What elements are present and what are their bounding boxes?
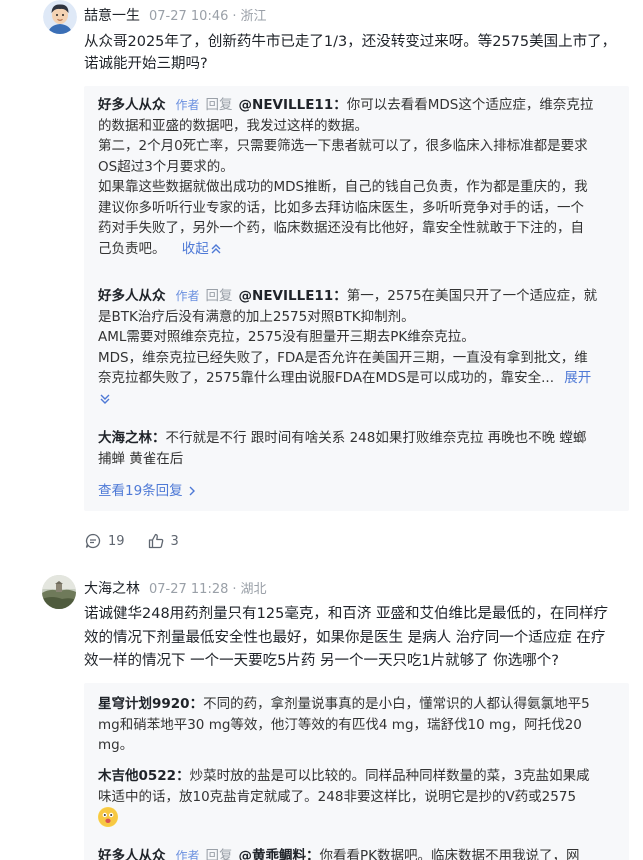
reply-text: 第一，2575在美国只开了一个适应症，就 [346, 288, 598, 304]
replies-box: 好多人从众 作者 回复 @NEVILLE11：你可以去看看MDS这个适应症，维奈克拉 … [84, 86, 629, 511]
reply-line [98, 389, 615, 410]
view-more-replies[interactable]: 查看19条回复 [98, 481, 615, 502]
view-more-label: 查看19条回复 [98, 483, 183, 499]
reply-item: 好多人从众 作者 回复 @NEVILLE11：第一，2575在美国只开了一个适应症，就… [98, 286, 615, 409]
like-count: 3 [170, 533, 179, 549]
reply-line: 捕蝉 黄雀在后 [98, 450, 184, 467]
reply-username[interactable]: 大海之林 [98, 430, 152, 446]
reply-colon: ： [176, 768, 190, 784]
comment-line: 诺诚能开始三期吗? [84, 56, 208, 72]
reply-line: 建议你多听听行业专家的话，比如多去拜访临床医生，多听听竞争对手的话，一个 [98, 199, 584, 216]
emoji-face-icon [98, 807, 118, 827]
username[interactable]: 大海之林 [84, 578, 140, 598]
comment-card: 大海之林 07-27 11:28 · 湖北 诺诚健华248用药剂量只有125毫克… [0, 575, 643, 860]
reply-item: 星穹计划9920：不同的药，拿剂量说事真的是小白，懂常识的人都认得氨氯地平5 m… [98, 694, 615, 756]
reply-line: OS超过3个月要求的。 [98, 158, 234, 175]
reply-link[interactable]: 回复 [206, 288, 233, 304]
reply-item: 好多人从众 作者 回复 @NEVILLE11：你可以去看看MDS这个适应症，维奈克拉 … [98, 95, 615, 259]
reply-line: 大海之林：不行就是不行 跟时间有啥关系 248如果打败维奈克拉 再晚也不晚 螳螂 [98, 428, 615, 449]
comment-actions: 19 3 [84, 532, 201, 550]
reply-line: 药对手失败了，另外一个药，临床数据还没有比他好，靠安全性就敢于下注的，自 [98, 220, 584, 236]
location: 湖北 [240, 582, 267, 597]
surprised-face-emoji-icon [98, 807, 118, 827]
reply-colon: ： [189, 696, 204, 712]
reply-username[interactable]: 木吉他0522 [98, 768, 176, 784]
collapse-toggle[interactable]: 收起 [182, 241, 223, 257]
reply-line: 奈克拉都失败了，2575靠什么理由说服FDA在MDS是可以成功的，靠安全... … [98, 368, 615, 389]
reply-line: 己负责吧。 收起 [98, 239, 615, 260]
reply-line: MDS，维奈克拉已经失败了，FDA是否允许在美国开三期，一直没有拿到批文，维 [98, 349, 588, 366]
avatar-landscape-photo-icon [42, 575, 76, 609]
reply-line [98, 807, 615, 828]
author-badge: 作者 [175, 98, 200, 112]
reply-line: 好多人从众 作者 回复 @NEVILLE11：第一，2575在美国只开了一个适应症，就 [98, 286, 615, 307]
mention[interactable]: @NEVILLE11： [239, 288, 347, 304]
reply-count: 19 [108, 533, 125, 549]
reply-line: mg。 [98, 737, 134, 753]
author-badge: 作者 [175, 289, 200, 303]
author-badge: 作者 [175, 849, 200, 860]
comment-meta: 大海之林 07-27 11:28 · 湖北 [84, 578, 267, 598]
double-chevron-up-icon [211, 243, 221, 253]
reply-text: 炒菜时放的盐是可以比较的。同样品种同样数量的菜，3克盐如果咸 [189, 768, 590, 784]
reply-username[interactable]: 好多人从众 [98, 848, 166, 860]
comment-line: 效的情况下剂量最低安全性也最好，如果你是医生 是病人 治疗同一个适应症 在疗 [84, 629, 606, 646]
timestamp: 07-27 10:46 [149, 9, 229, 24]
reply-text: 奈克拉都失败了，2575靠什么理由说服FDA在MDS是可以成功的，靠安全... [98, 370, 554, 386]
reply-text: 己负责吧。 [98, 240, 166, 257]
reply-username[interactable]: 星穹计划9920 [98, 696, 190, 712]
meta-separator: · [232, 582, 237, 597]
reply-link[interactable]: 回复 [206, 848, 233, 860]
replies-box: 星穹计划9920：不同的药，拿剂量说事真的是小白，懂常识的人都认得氨氯地平5 m… [84, 683, 629, 860]
reply-count-button[interactable]: 19 [84, 532, 125, 550]
mention[interactable]: @黄乖鲷料： [239, 848, 320, 860]
comment-text: 诺诚健华248用药剂量只有125毫克，和百济 亚盛和艾伯维比是最低的，在同样疗 … [84, 603, 629, 674]
reply-line: 味适中的话，放10克盐肯定就咸了。248非要这样比，说明它是抄的V药或2575 [98, 788, 577, 805]
reply-item: 木吉他0522：炒菜时放的盐是可以比较的。同样品种同样数量的菜，3克盐如果咸 味… [98, 766, 615, 828]
location: 浙江 [240, 9, 267, 24]
thumbs-up-icon [148, 533, 163, 549]
reply-line: 星穹计划9920：不同的药，拿剂量说事真的是小白，懂常识的人都认得氨氯地平5 [98, 694, 615, 715]
like-button[interactable]: 3 [147, 532, 179, 550]
reply-text: 你可以去看看MDS这个适应症，维奈克拉 [346, 97, 594, 113]
reply-username[interactable]: 好多人从众 [98, 288, 166, 304]
reply-text: 不行就是不行 跟时间有啥关系 248如果打败维奈克拉 再晚也不晚 螳螂 [165, 430, 587, 446]
double-chevron-down-icon[interactable] [98, 392, 112, 406]
comment-card: 喆意一生 07-27 10:46 · 浙江 从众哥2025年了，创新药牛市已走了… [0, 0, 643, 565]
reply-line: 第二，2个月0死亡率，只需要筛选一下患者就可以了，很多临床入排标准都是要求 [98, 138, 588, 154]
reply-username[interactable]: 好多人从众 [98, 97, 166, 113]
mention[interactable]: @NEVILLE11： [239, 97, 347, 113]
reply-line: 的数据和亚盛的数据吧，我发过这样的数据。 [98, 117, 368, 134]
reply-item: 大海之林：不行就是不行 跟时间有啥关系 248如果打败维奈克拉 再晚也不晚 螳螂… [98, 428, 615, 469]
reply-line: 如果靠这些数据就做出成功的MDS推断，自己的钱自己负责，作为都是重庆的，我 [98, 179, 588, 195]
avatar-cartoon-man-icon [43, 0, 77, 34]
reply-text: 你看看PK数据吧。临床数据不用我说了，网 [319, 848, 580, 860]
reply-item: 好多人从众 作者 回复 @黄乖鲷料：你看看PK数据吧。临床数据不用我说了，网 [98, 846, 615, 860]
reply-link[interactable]: 回复 [206, 97, 233, 113]
timestamp: 07-27 11:28 [149, 582, 229, 597]
reply-line: AML需要对照维奈克拉，2575没有胆量开三期去PK维奈克拉。 [98, 329, 475, 345]
comment-line: 从众哥2025年了，创新药牛市已走了1/3，还没转变过来呀。等2575美国上市了… [84, 34, 617, 50]
reply-line: 是BTK治疗后没有满意的加上2575对照BTK抑制剂。 [98, 308, 415, 325]
comment-line: 诺诚健华248用药剂量只有125毫克，和百济 亚盛和艾伯维比是最低的，在同样疗 [84, 606, 608, 622]
comment-bubble-icon [85, 533, 101, 549]
reply-line: mg和硝苯地平30 mg等效，他汀等效的有匹伐4 mg，瑞舒伐10 mg，阿托伐… [98, 716, 582, 733]
comment-text: 从众哥2025年了，创新药牛市已走了1/3，还没转变过来呀。等2575美国上市了… [84, 31, 629, 75]
reply-line: 好多人从众 作者 回复 @黄乖鲷料：你看看PK数据吧。临床数据不用我说了，网 [98, 846, 615, 860]
expand-toggle[interactable]: 展开 [564, 370, 591, 386]
meta-separator: · [232, 9, 237, 24]
chevron-right-icon [189, 486, 195, 496]
reply-line: 好多人从众 作者 回复 @NEVILLE11：你可以去看看MDS这个适应症，维奈克拉 [98, 95, 615, 116]
comment-meta: 喆意一生 07-27 10:46 · 浙江 [84, 5, 267, 25]
username[interactable]: 喆意一生 [84, 5, 140, 25]
avatar[interactable] [42, 575, 76, 609]
avatar[interactable] [43, 0, 77, 34]
reply-colon: ： [152, 430, 166, 446]
reply-text: 不同的药，拿剂量说事真的是小白，懂常识的人都认得氨氯地平5 [203, 696, 590, 712]
comment-line: 效一样的情况下 一个一天要吃5片药 另一个一天只吃1片就够了 你选哪个? [84, 653, 559, 669]
collapse-label: 收起 [181, 240, 209, 257]
reply-line: 木吉他0522：炒菜时放的盐是可以比较的。同样品种同样数量的菜，3克盐如果咸 [98, 766, 615, 787]
